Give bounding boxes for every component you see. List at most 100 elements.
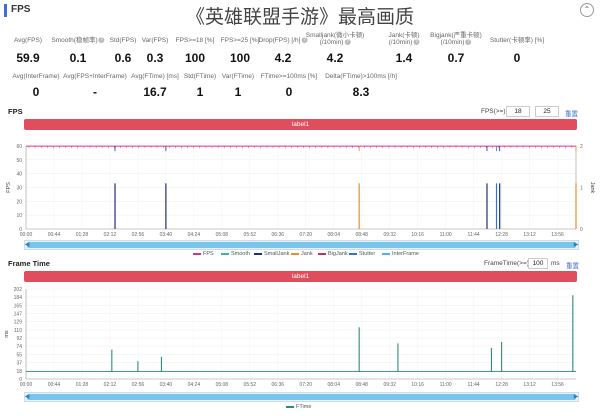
legend-item[interactable]: Stutter: [349, 251, 375, 257]
stat-label-line: (/10min): [440, 39, 465, 46]
x-tick-label: 10:16: [411, 232, 424, 238]
fps-threshold-input-2[interactable]: [535, 106, 559, 117]
legend-swatch: [349, 252, 357, 255]
x-tick-label: 02:56: [132, 382, 145, 388]
y-tick-label: 92: [16, 336, 22, 342]
fps-label-band[interactable]: label1: [24, 119, 577, 130]
x-tick-label: 07:20: [300, 382, 313, 388]
x-tick-label: 03:40: [160, 232, 173, 238]
stat-label: Avg(FTime) [ms]: [131, 73, 179, 80]
stat-label-line: Smalljank(微小卡顿): [305, 32, 365, 39]
x-tick-label: 12:28: [495, 232, 508, 238]
y-tick-label: 184: [14, 295, 23, 301]
y-tick-label: 37: [16, 361, 22, 367]
legend-item[interactable]: Jank: [291, 251, 313, 257]
y2-tick-label: 0: [580, 227, 583, 233]
stat-label-line: (/10min): [388, 39, 413, 46]
stat-label-line: FPS>=18 [%]: [175, 37, 215, 44]
stat-value: 0.6: [114, 51, 132, 65]
x-tick-label: 08:04: [327, 382, 340, 388]
y2-tick-label: 2: [580, 144, 583, 150]
scroll-right-icon[interactable]: ▶: [573, 393, 579, 401]
x-tick-label: 12:28: [495, 382, 508, 388]
stat-label: Stutter(卡顿率) [%]: [490, 37, 544, 44]
x-tick-label: 00:44: [48, 232, 61, 238]
help-icon[interactable]: ?: [98, 37, 105, 44]
stat-label: Jank(卡顿) (/10min)?: [388, 32, 419, 46]
legend-label: BigJank: [328, 251, 348, 257]
fps-reset-button[interactable]: 重置: [565, 108, 578, 118]
fps-timeline-scrollbar[interactable]: ◀ ▶: [24, 240, 579, 250]
fps-scroll-thumb[interactable]: [27, 242, 576, 248]
y-tick-label: 110: [14, 328, 22, 334]
stat-value: 16.7: [143, 85, 167, 99]
fps-threshold-input-1[interactable]: [506, 106, 530, 117]
scroll-right-icon[interactable]: ▶: [573, 241, 579, 249]
stat-label: Avg(InterFrame): [12, 73, 60, 80]
legend-item[interactable]: Smooth: [221, 251, 250, 257]
x-tick-label: 04:24: [188, 232, 201, 238]
scroll-left-icon[interactable]: ◀: [24, 241, 30, 249]
help-icon[interactable]: ?: [344, 39, 351, 46]
stat-label: Smooth(稳帧率)?: [51, 37, 105, 44]
x-tick-label: 13:12: [523, 232, 536, 238]
legend-item[interactable]: FPS: [193, 251, 214, 257]
y-tick-label: 55: [16, 352, 22, 358]
x-tick-label: 00:44: [48, 382, 61, 388]
help-icon[interactable]: ?: [413, 39, 420, 46]
ftime-scroll-thumb[interactable]: [27, 394, 576, 400]
x-tick-label: 02:56: [132, 232, 145, 238]
x-tick-label: 06:36: [272, 382, 285, 388]
y-tick-label: 50: [16, 158, 22, 164]
stat-label-line: Drop(FPS) [/h]: [258, 37, 301, 44]
stat-label: Std(FTime): [183, 73, 217, 80]
x-tick-label: 09:32: [383, 232, 396, 238]
help-icon[interactable]: ?: [465, 39, 472, 46]
stat-value: 1: [234, 85, 242, 99]
stat-value: 0.1: [69, 51, 87, 65]
legend-item[interactable]: BigJank: [318, 251, 348, 257]
x-tick-label: 07:20: [300, 232, 313, 238]
legend-label: FTime: [296, 404, 312, 410]
legend-item[interactable]: InterFrame: [382, 251, 419, 257]
legend-swatch: [286, 405, 294, 408]
stat-label-line: FPS>=25 [%]: [220, 37, 260, 44]
ftime-reset-button[interactable]: 重置: [566, 260, 579, 270]
ftime-timeline-scrollbar[interactable]: ◀ ▶: [24, 392, 579, 402]
ftime-label-band[interactable]: label1: [24, 271, 577, 282]
legend-swatch: [254, 252, 262, 255]
stat-label: Avg(FPS+InterFrame): [63, 73, 127, 80]
x-tick-label: 08:04: [327, 232, 340, 238]
stat-value: 4.2: [274, 51, 292, 65]
chevron-up-icon[interactable]: ⌃: [580, 3, 594, 17]
legend-swatch: [221, 252, 229, 255]
stat-label: Delta(FTime)>100ms [/h]: [325, 73, 397, 80]
legend-item[interactable]: FTime: [286, 404, 311, 410]
banner-title: 《英雄联盟手游》最高画质: [185, 6, 414, 28]
stat-label-line: Avg(FPS): [13, 37, 43, 44]
stat-label: Bigjank(严重卡顿) (/10min)?: [430, 32, 482, 46]
x-tick-label: 10:16: [411, 382, 424, 388]
x-tick-label: 11:44: [468, 232, 480, 238]
stat-label: Var(FPS): [142, 37, 169, 44]
legend-label: Stutter: [359, 251, 376, 257]
x-tick-label: 13:56: [551, 382, 564, 388]
stat-value: 0.3: [146, 51, 164, 65]
y-tick-label: 40: [16, 172, 22, 178]
x-tick-label: 00:00: [20, 382, 33, 388]
legend-label: SmallJank: [264, 251, 290, 257]
y2-tick-label: 1: [580, 186, 583, 192]
stat-value: 0: [285, 85, 293, 99]
legend-item[interactable]: SmallJank: [254, 251, 289, 257]
ftime-threshold-input[interactable]: [528, 258, 548, 269]
scroll-left-icon[interactable]: ◀: [24, 393, 30, 401]
stat-label-line: Bigjank(严重卡顿): [430, 32, 482, 39]
stat-label: FPS>=18 [%]: [176, 37, 215, 44]
ftime-chart: 0183755749211012914716518420200:00 00:44 0…: [4, 287, 576, 388]
y-tick-label: 202: [14, 287, 23, 293]
y-tick-label: 165: [14, 303, 23, 309]
stat-value: 59.9: [16, 51, 40, 65]
ftime-threshold-label: FrameTime(>=): [484, 260, 529, 267]
x-tick-label: 05:52: [244, 382, 257, 388]
y-tick-label: 147: [14, 312, 23, 318]
